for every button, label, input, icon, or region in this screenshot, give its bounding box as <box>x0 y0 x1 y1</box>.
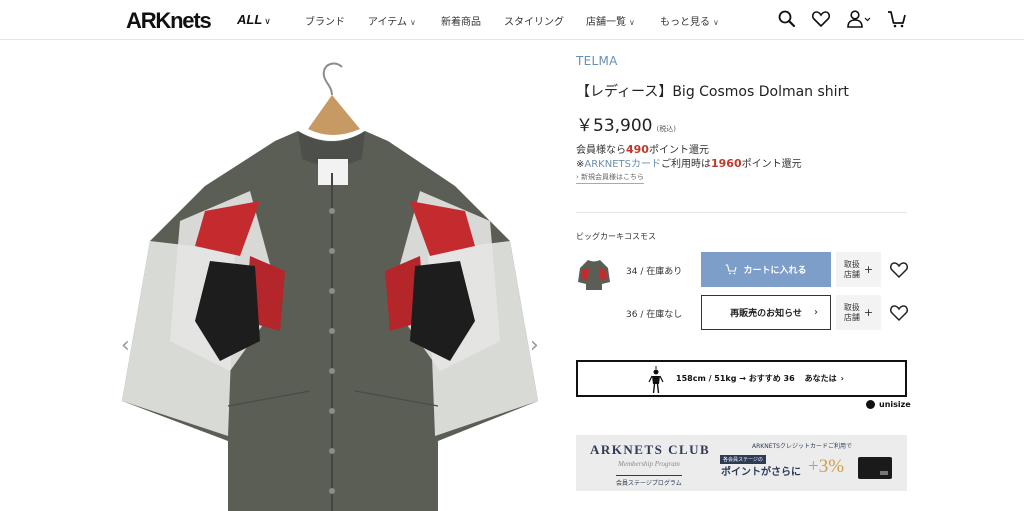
nav-new-arrivals[interactable]: 新着商品 <box>441 13 481 28</box>
product-image-gallery: ‹ › <box>110 41 560 511</box>
search-icon[interactable] <box>777 9 797 29</box>
store-stock-button[interactable]: 取扱 店舗 + <box>836 252 881 287</box>
plus-icon: + <box>863 262 874 276</box>
cart-icon[interactable] <box>887 9 907 29</box>
divider <box>576 212 907 213</box>
person-icon <box>648 366 664 394</box>
tax-note: (税込) <box>656 125 676 133</box>
nav-more[interactable]: もっと見る ∨ <box>660 13 719 28</box>
chevron-right-icon: › <box>814 307 818 318</box>
chevron-right-icon: › <box>840 374 844 383</box>
nav-item[interactable]: アイテム ∨ <box>368 13 416 28</box>
register-link[interactable]: › 新規会員様はこちら <box>576 172 645 184</box>
chevron-down-icon: ∨ <box>713 18 719 27</box>
fit-you-label: あなたは <box>804 374 837 383</box>
banner-club-title: ARKNETS CLUB <box>590 442 711 457</box>
chevron-right-icon: › <box>576 173 579 181</box>
register-link-label: 新規会員様はこちら <box>581 173 645 181</box>
gallery-next-arrow[interactable]: › <box>530 335 539 357</box>
arknets-club-banner[interactable]: ARKNETS CLUB Membership Program 会員ステージプロ… <box>576 435 907 491</box>
nav-label: 店舗一覧 <box>586 17 626 28</box>
product-title: 【レディース】Big Cosmos Dolman shirt <box>576 84 849 100</box>
nav-styling[interactable]: スタイリング <box>504 13 564 28</box>
unisize-icon <box>866 400 875 409</box>
arknets-card-link[interactable]: ARKNETSカード <box>584 159 661 170</box>
color-thumbnail[interactable] <box>576 254 612 290</box>
price-value: ￥53,900 <box>576 116 653 136</box>
points-text: ご利用時は <box>661 159 711 170</box>
add-to-cart-label: カートに入れる <box>743 266 807 276</box>
banner-plus-percent: +3% <box>808 456 845 477</box>
user-icon[interactable] <box>846 9 872 29</box>
product-price: ￥53,900 (税込) <box>576 111 676 136</box>
unisize-logo: unisize <box>866 400 911 409</box>
color-name: ビッグカーキコスモス <box>576 232 656 241</box>
add-to-cart-button[interactable]: カートに入れる <box>701 252 831 287</box>
heart-icon[interactable] <box>811 9 831 29</box>
product-image <box>122 62 538 511</box>
cart-icon <box>725 264 738 275</box>
card-points-line: ※ARKNETSカードご利用時は1960ポイント還元 <box>576 155 802 170</box>
credit-card-image <box>858 457 892 479</box>
favorite-heart-icon[interactable] <box>889 260 909 280</box>
site-header: ARKnets ALL ∨ ブランド アイテム ∨ 新着商品 スタイリング 店舗一覧… <box>0 0 1024 40</box>
points-value: 1960 <box>711 157 742 170</box>
nav-brand[interactable]: ブランド <box>305 13 345 28</box>
restock-notify-label: 再販売のお知らせ <box>730 309 802 319</box>
banner-card-text: ARKNETSクレジットカードご利用で <box>752 443 852 450</box>
banner-stage-text: 会員ステージプログラム <box>616 475 682 487</box>
fit-recommendation-text: 158cm / 51kg → おすすめ 36 <box>676 374 795 383</box>
all-label: ALL <box>237 12 263 27</box>
store-label: 取扱 店舗 <box>843 302 860 322</box>
brand-link[interactable]: TELMA <box>576 54 618 68</box>
plus-icon: + <box>863 305 874 319</box>
gallery-prev-arrow[interactable]: ‹ <box>121 335 130 357</box>
nav-label: スタイリング <box>504 17 564 28</box>
store-label: 取扱 店舗 <box>843 259 860 279</box>
nav-label: アイテム <box>368 17 407 28</box>
nav-label: ブランド <box>305 17 345 28</box>
logo[interactable]: ARKnets <box>126 8 212 34</box>
nav-label: 新着商品 <box>441 17 481 28</box>
points-text: ポイント還元 <box>741 159 802 170</box>
chevron-down-icon: ∨ <box>629 18 635 27</box>
chevron-down-icon: ∨ <box>264 16 271 26</box>
nav-stores[interactable]: 店舗一覧 ∨ <box>586 13 635 28</box>
unisize-label: unisize <box>879 400 911 409</box>
favorite-heart-icon[interactable] <box>889 303 909 323</box>
all-category-selector[interactable]: ALL ∨ <box>237 12 271 27</box>
member-points-line: 会員様なら490ポイント還元 <box>576 141 709 156</box>
size-stock-36: 36 / 在庫なし <box>626 310 683 320</box>
restock-notify-button[interactable]: 再販売のお知らせ › <box>701 295 831 330</box>
banner-points-text: ポイントがさらに <box>721 467 801 478</box>
size-stock-34: 34 / 在庫あり <box>626 267 683 277</box>
size-recommendation-button[interactable]: 158cm / 51kg → おすすめ 36 あなたは › <box>576 360 907 397</box>
store-stock-button[interactable]: 取扱 店舗 + <box>836 295 881 330</box>
chevron-down-icon: ∨ <box>410 18 416 27</box>
nav-label: もっと見る <box>660 17 710 28</box>
banner-script-text: Membership Program <box>618 460 680 468</box>
